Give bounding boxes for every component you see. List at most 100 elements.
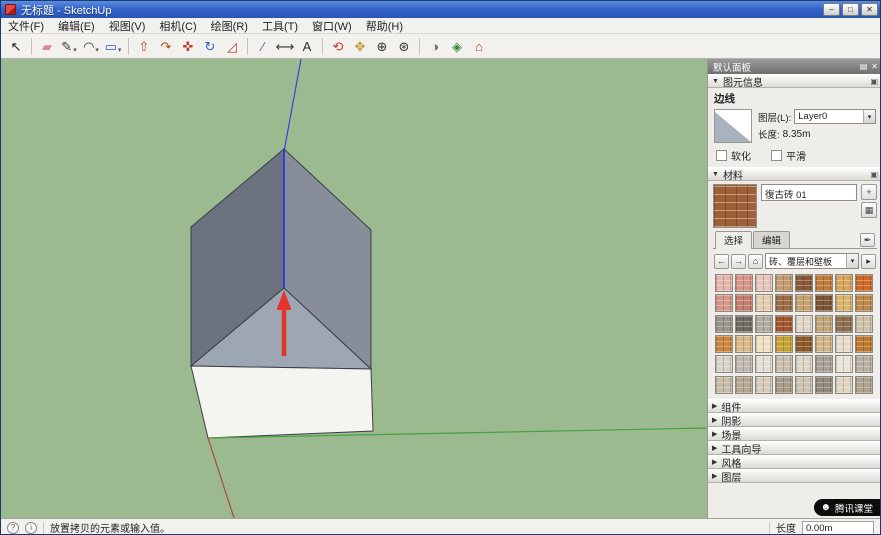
material-swatch[interactable] xyxy=(715,355,733,374)
material-swatch[interactable] xyxy=(755,274,773,292)
measurement-input[interactable]: 0.00m xyxy=(802,520,874,534)
material-swatch[interactable] xyxy=(755,314,773,333)
panel-section-collapsed-5[interactable]: ▶ 图层 xyxy=(708,469,880,484)
panel-close-icon[interactable]: ✕ xyxy=(871,62,878,71)
sample-paint-button[interactable]: ✒ xyxy=(860,233,875,247)
material-swatch[interactable] xyxy=(735,294,753,313)
shapes-tool[interactable]: ▭ ▾ xyxy=(103,36,123,56)
soften-box[interactable] xyxy=(716,150,727,161)
material-swatch[interactable] xyxy=(855,314,873,333)
material-swatch[interactable] xyxy=(815,294,833,313)
materials-tab-0[interactable]: 选择 xyxy=(715,231,753,249)
material-swatch[interactable] xyxy=(855,334,873,353)
material-swatch[interactable] xyxy=(735,375,753,394)
material-swatch[interactable] xyxy=(775,294,793,313)
materials-tab-1[interactable]: 编辑 xyxy=(753,231,791,248)
layer-dropdown-icon[interactable]: ▾ xyxy=(863,110,875,123)
select-tool[interactable]: ↖ xyxy=(6,36,26,56)
arc-tool[interactable]: ◠ ▾ xyxy=(81,36,101,56)
material-swatch[interactable] xyxy=(815,314,833,333)
scale-tool[interactable]: ◿ xyxy=(222,36,242,56)
material-swatch[interactable] xyxy=(855,274,873,292)
material-swatch[interactable] xyxy=(795,314,813,333)
menu-item-4[interactable]: 绘图(R) xyxy=(204,18,255,33)
move-tool[interactable]: ✜ xyxy=(178,36,198,56)
panel-section-collapsed-0[interactable]: ▶ 组件 xyxy=(708,399,880,414)
material-swatch[interactable] xyxy=(715,314,733,333)
material-swatch[interactable] xyxy=(775,375,793,394)
model-canvas[interactable] xyxy=(1,59,707,518)
entity-info-header[interactable]: ▼ 图元信息 ▣ xyxy=(708,74,880,89)
material-swatch[interactable] xyxy=(815,375,833,394)
zoom-extents-tool[interactable]: ⊛ xyxy=(394,36,414,56)
soften-checkbox[interactable]: 软化 xyxy=(716,148,751,163)
material-swatch[interactable] xyxy=(795,355,813,374)
menu-item-7[interactable]: 帮助(H) xyxy=(359,18,410,33)
forward-button[interactable]: → xyxy=(731,253,746,269)
category-select[interactable]: 砖、覆层和壁板 ▾ xyxy=(765,253,859,269)
help-icon[interactable]: ? xyxy=(7,521,19,534)
material-swatch[interactable] xyxy=(715,274,733,292)
material-swatch[interactable] xyxy=(755,375,773,394)
maximize-button[interactable]: □ xyxy=(842,3,859,16)
pan-tool[interactable]: ✥ xyxy=(350,36,370,56)
create-material-button[interactable]: + xyxy=(861,184,877,200)
viewport[interactable] xyxy=(1,59,707,518)
material-swatch[interactable] xyxy=(835,314,853,333)
material-swatch[interactable] xyxy=(715,334,733,353)
material-swatch[interactable] xyxy=(835,375,853,394)
material-swatch[interactable] xyxy=(795,274,813,292)
menu-item-3[interactable]: 相机(C) xyxy=(152,18,203,33)
menu-item-5[interactable]: 工具(T) xyxy=(255,18,305,33)
text-tool[interactable]: A xyxy=(297,36,317,56)
material-swatch[interactable] xyxy=(855,375,873,394)
material-swatch[interactable] xyxy=(815,355,833,374)
material-swatch[interactable] xyxy=(755,355,773,374)
menu-item-1[interactable]: 编辑(E) xyxy=(51,18,102,33)
front-face[interactable] xyxy=(190,365,374,439)
panel-section-collapsed-3[interactable]: ▶ 工具向导 xyxy=(708,441,880,456)
line-tool-dropdown-icon[interactable]: ▾ xyxy=(73,47,77,54)
panel-options-icon[interactable]: ▤ xyxy=(860,62,868,71)
material-swatch[interactable] xyxy=(835,334,853,353)
category-dropdown-icon[interactable]: ▾ xyxy=(846,254,858,268)
menu-item-0[interactable]: 文件(F) xyxy=(1,18,51,33)
panel-section-collapsed-1[interactable]: ▶ 阴影 xyxy=(708,413,880,428)
arc-tool-dropdown-icon[interactable]: ▾ xyxy=(95,47,99,54)
details-button[interactable]: ▸ xyxy=(861,253,876,269)
material-swatch[interactable] xyxy=(815,334,833,353)
material-swatch[interactable] xyxy=(835,355,853,374)
material-swatch[interactable] xyxy=(715,294,733,313)
detach-icon[interactable]: ▣ xyxy=(870,170,878,179)
rotate-tool[interactable]: ↻ xyxy=(200,36,220,56)
material-swatch[interactable] xyxy=(735,274,753,292)
tape-measure-tool[interactable]: ∕ xyxy=(253,36,273,56)
material-swatch[interactable] xyxy=(855,294,873,313)
material-swatch[interactable] xyxy=(835,294,853,313)
material-swatch[interactable] xyxy=(855,355,873,374)
material-swatch[interactable] xyxy=(755,294,773,313)
smooth-checkbox[interactable]: 平滑 xyxy=(771,148,806,163)
orbit-tool[interactable]: ⟲ xyxy=(328,36,348,56)
smooth-box[interactable] xyxy=(771,150,782,161)
pushpull-tool[interactable]: ⇧ xyxy=(134,36,154,56)
detach-icon[interactable]: ▣ xyxy=(870,77,878,86)
material-swatch[interactable] xyxy=(735,334,753,353)
material-swatch[interactable] xyxy=(735,355,753,374)
close-button[interactable]: ✕ xyxy=(861,3,878,16)
menu-item-6[interactable]: 窗口(W) xyxy=(305,18,359,33)
back-button[interactable]: ← xyxy=(714,253,729,269)
panel-section-collapsed-2[interactable]: ▶ 场景 xyxy=(708,427,880,442)
in-model-button[interactable]: ⌂ xyxy=(748,253,763,269)
material-swatch[interactable] xyxy=(815,274,833,292)
secondary-pane-button[interactable]: ▦ xyxy=(861,202,877,218)
shapes-tool-dropdown-icon[interactable]: ▾ xyxy=(118,47,122,54)
menu-item-2[interactable]: 视图(V) xyxy=(102,18,153,33)
material-swatch[interactable] xyxy=(835,274,853,292)
info-icon[interactable]: i xyxy=(25,521,37,534)
material-swatch[interactable] xyxy=(795,294,813,313)
followme-tool[interactable]: ↷ xyxy=(156,36,176,56)
material-swatch[interactable] xyxy=(775,314,793,333)
styles-tool[interactable]: ◑ xyxy=(425,36,445,56)
zoom-tool[interactable]: ⊕ xyxy=(372,36,392,56)
